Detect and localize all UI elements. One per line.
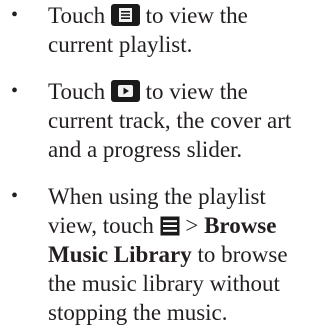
item-text-before: Touch bbox=[48, 3, 111, 28]
list-item: • When using the playlist view, touch > … bbox=[0, 182, 320, 327]
instruction-list: • Touch to view the current playlist. • … bbox=[0, 0, 320, 327]
item-text-before: Touch bbox=[48, 79, 111, 104]
list-item: • Touch to view the current playlist. bbox=[0, 1, 320, 59]
bullet-marker: • bbox=[11, 80, 19, 102]
list-item: • Touch to view the current track, the c… bbox=[0, 77, 320, 164]
bullet-marker: • bbox=[11, 185, 19, 207]
menu-separator: > bbox=[179, 213, 205, 238]
now-playing-button-icon bbox=[110, 80, 140, 102]
bullet-marker: • bbox=[11, 4, 19, 26]
menu-icon bbox=[160, 216, 180, 236]
playlist-button-icon bbox=[110, 4, 140, 26]
